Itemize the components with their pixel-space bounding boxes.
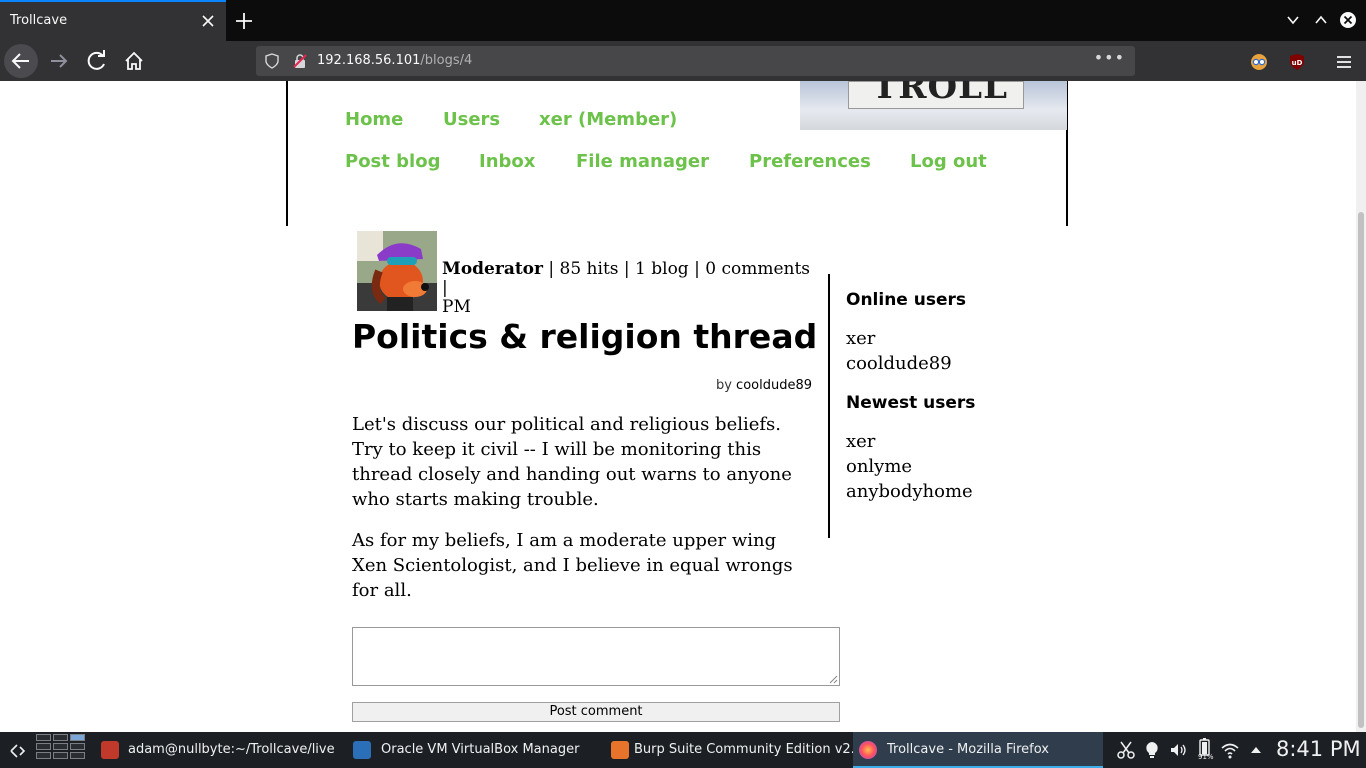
browser-nav-bar: 192.168.56.101/blogs/4 ••• uD: [0, 41, 1366, 81]
back-button[interactable]: [4, 44, 38, 78]
reload-icon[interactable]: [83, 47, 111, 75]
nav-profile-link[interactable]: xer (Member): [539, 109, 677, 130]
page-actions-menu-icon[interactable]: •••: [1094, 48, 1125, 67]
lightbulb-icon[interactable]: [1142, 740, 1162, 760]
svg-text:uD: uD: [1292, 59, 1303, 67]
browser-tab-trollcave[interactable]: Trollcave: [0, 0, 226, 41]
window-close-icon[interactable]: [1339, 11, 1357, 29]
forward-arrow-icon[interactable]: [45, 47, 73, 75]
sidebar-divider: [828, 274, 830, 538]
post-paragraph: As for my beliefs, I am a moderate upper…: [352, 530, 793, 601]
firefox-icon: [859, 741, 877, 759]
pager-desktop[interactable]: [53, 752, 68, 759]
taskbar-item-terminal[interactable]: adam@nullbyte:~/Trollcave/live: [96, 732, 342, 768]
chevron-down-icon[interactable]: [1284, 11, 1302, 29]
post-paragraph: Let's discuss our political and religiou…: [352, 414, 792, 510]
pager-desktop[interactable]: [36, 743, 51, 750]
browser-tab-bar: Trollcave: [0, 0, 1366, 41]
url-bar[interactable]: 192.168.56.101/blogs/4 •••: [256, 46, 1135, 76]
battery-indicator[interactable]: 91%: [1194, 738, 1218, 764]
tab-title: Trollcave: [10, 13, 68, 28]
pager-desktop-active[interactable]: [70, 734, 85, 741]
taskbar-item-label: Oracle VM VirtualBox Manager: [381, 742, 580, 757]
back-arrow-icon: [11, 53, 29, 69]
post-title: Politics & religion thread: [352, 317, 818, 356]
virtualbox-icon: [353, 741, 371, 759]
tab-close-icon[interactable]: [199, 12, 217, 30]
banner-text: TROLL: [872, 81, 1008, 107]
ublock-origin-icon[interactable]: uD: [1288, 53, 1306, 71]
resize-handle-icon[interactable]: [828, 674, 838, 684]
post-comment-button[interactable]: Post comment: [352, 702, 840, 722]
volume-icon[interactable]: [1168, 740, 1188, 760]
byline-prefix: by: [715, 378, 737, 393]
nav-home-link[interactable]: Home: [345, 109, 403, 130]
newest-users-heading: Newest users: [846, 393, 976, 413]
author-role: Moderator: [442, 259, 543, 279]
author-avatar[interactable]: [357, 231, 437, 311]
nav-log-out-link[interactable]: Log out: [910, 151, 987, 172]
taskbar-item-burp-suite[interactable]: Burp Suite Community Edition v2...: [603, 732, 863, 768]
nav-preferences-link[interactable]: Preferences: [749, 151, 871, 172]
wifi-icon[interactable]: [1220, 740, 1240, 760]
tray-expand-arrow-icon[interactable]: [1246, 740, 1266, 760]
terminal-icon: [101, 741, 119, 759]
nav-inbox-link[interactable]: Inbox: [479, 151, 535, 172]
url-path: /blogs/4: [420, 53, 473, 68]
shield-icon[interactable]: [264, 53, 280, 69]
url-host: 192.168.56.101: [317, 53, 421, 68]
newest-user-link[interactable]: anybodyhome: [846, 481, 973, 502]
pm-link[interactable]: PM: [442, 297, 471, 317]
site-banner-image: TROLL: [800, 81, 1067, 130]
url-text: 192.168.56.101/blogs/4: [317, 53, 472, 68]
desktop-taskbar: adam@nullbyte:~/Trollcave/live Oracle VM…: [0, 732, 1366, 768]
pager-desktop[interactable]: [36, 752, 51, 759]
app-launcher-icon[interactable]: [8, 741, 28, 761]
taskbar-item-label: Burp Suite Community Edition v2...: [634, 742, 864, 757]
chevron-up-icon[interactable]: [1312, 11, 1330, 29]
post-author-link[interactable]: cooldude89: [736, 378, 812, 393]
pager-desktop[interactable]: [53, 743, 68, 750]
hamburger-menu-icon[interactable]: [1334, 52, 1354, 72]
online-users-heading: Online users: [846, 290, 967, 310]
comment-textarea[interactable]: [352, 627, 840, 686]
taskbar-item-firefox[interactable]: Trollcave - Mozilla Firefox: [853, 732, 1103, 768]
online-user-link[interactable]: cooldude89: [846, 353, 952, 374]
taskbar-item-label: Trollcave - Mozilla Firefox: [887, 742, 1049, 757]
web-page: TROLL Home Users xer (Member) Post blog …: [0, 81, 1356, 732]
taskbar-item-label: adam@nullbyte:~/Trollcave/live: [128, 742, 335, 757]
newest-user-link[interactable]: onlyme: [846, 456, 912, 477]
pager-desktop[interactable]: [36, 734, 51, 741]
nav-users-link[interactable]: Users: [443, 109, 500, 130]
pager-desktop[interactable]: [53, 734, 68, 741]
scissors-icon[interactable]: [1116, 740, 1136, 760]
extension-glasses-icon[interactable]: [1250, 53, 1268, 71]
battery-percent: 91%: [1198, 753, 1214, 761]
author-meta: Moderator | 85 hits | 1 blog | 0 comment…: [442, 260, 812, 317]
pager-desktop[interactable]: [70, 743, 85, 750]
newest-user-link[interactable]: xer: [846, 431, 875, 452]
cartoon-dog-avatar-icon: [357, 231, 437, 311]
burp-suite-icon: [611, 741, 629, 759]
nav-post-blog-link[interactable]: Post blog: [345, 151, 440, 172]
insecure-lock-icon[interactable]: [292, 53, 308, 69]
scrollbar-thumb[interactable]: [1358, 212, 1364, 728]
clock[interactable]: 8:41 PM: [1276, 737, 1361, 761]
online-user-link[interactable]: xer: [846, 328, 875, 349]
taskbar-item-virtualbox[interactable]: Oracle VM VirtualBox Manager: [348, 732, 598, 768]
new-tab-icon[interactable]: [232, 9, 256, 33]
post-byline: by cooldude89: [352, 378, 812, 393]
pager-desktop[interactable]: [70, 752, 85, 759]
nav-file-manager-link[interactable]: File manager: [576, 151, 709, 172]
home-icon[interactable]: [120, 47, 148, 75]
virtual-desktop-pager[interactable]: [36, 734, 88, 766]
